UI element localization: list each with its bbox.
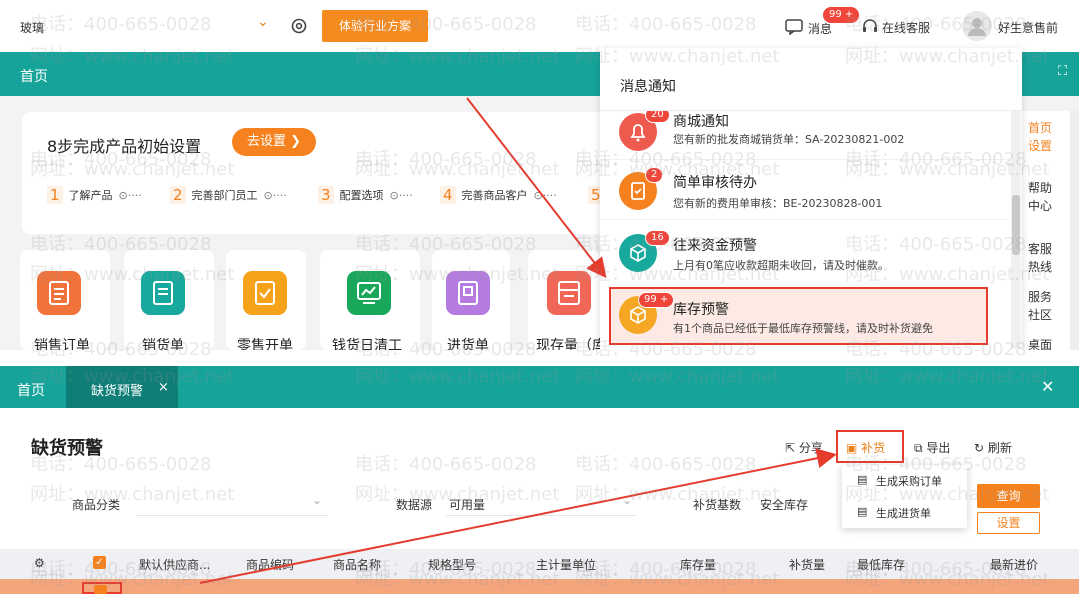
annotation-arrows bbox=[199, 97, 837, 584]
arrow-2 bbox=[199, 448, 837, 584]
arrow-1 bbox=[466, 97, 607, 279]
